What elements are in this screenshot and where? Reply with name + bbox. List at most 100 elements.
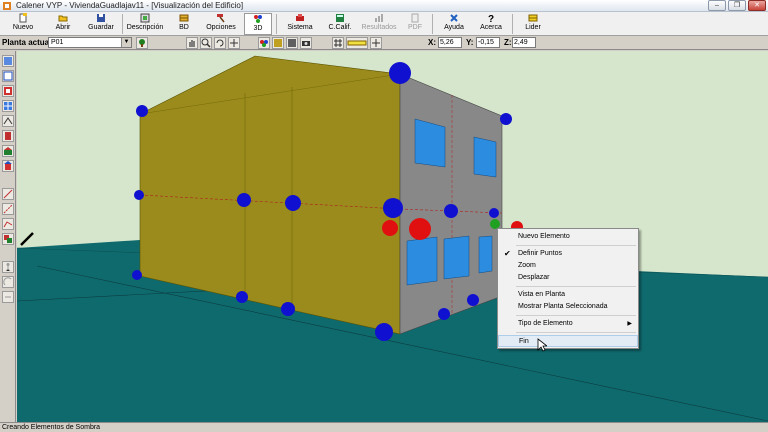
vertex-node[interactable] (389, 62, 411, 84)
toolbar-separator (122, 14, 123, 34)
crosshair-button[interactable] (370, 37, 382, 49)
camera-icon (302, 41, 310, 46)
ccalif-button[interactable]: C.Calif. (326, 13, 354, 35)
edge-icon (3, 204, 13, 214)
abrir-button[interactable]: Abrir (48, 13, 78, 35)
line-tool[interactable] (2, 188, 14, 200)
rotate-icon (216, 39, 224, 47)
rotate-button[interactable] (214, 37, 226, 49)
window-lower-middle[interactable] (443, 235, 470, 280)
polyline-tool[interactable] (2, 218, 14, 230)
measure-button[interactable] (346, 37, 368, 49)
3d-viewport[interactable] (17, 51, 768, 422)
bd-button[interactable]: BD (172, 13, 196, 35)
menu-item-vista-en-planta[interactable]: Vista en Planta (498, 289, 638, 301)
building-3d-scene[interactable] (17, 51, 768, 422)
3d-button[interactable]: 3D (244, 13, 272, 35)
window-upper-left[interactable] (414, 118, 446, 168)
select-icon (4, 57, 12, 65)
wall-icon (3, 71, 13, 81)
planta-label: Planta actual (2, 38, 52, 47)
hammer-icon (217, 14, 225, 23)
wall-tool[interactable] (2, 70, 14, 82)
help-icon (450, 14, 458, 22)
menu-item-tipo-de-elemento[interactable]: Tipo de Elemento ▶ (498, 318, 638, 330)
floor-tool[interactable] (2, 85, 14, 97)
planta-select[interactable]: P01 ▼ (48, 37, 132, 48)
minimize-button[interactable]: – (708, 0, 726, 11)
vertex-node[interactable] (489, 208, 499, 218)
acerca-button[interactable]: ? Acerca (476, 13, 506, 35)
zoom-button[interactable] (200, 37, 212, 49)
vertex-node[interactable] (134, 190, 144, 200)
window-lower-left[interactable] (406, 236, 438, 286)
roof-tool[interactable] (2, 115, 14, 127)
grid-icon (334, 39, 342, 47)
window-tool[interactable] (2, 100, 14, 112)
selected-vertex-node[interactable] (409, 218, 431, 240)
building-icon (4, 161, 12, 170)
person-tool[interactable] (2, 261, 14, 273)
z-coordinate-field[interactable]: 2,49 (512, 37, 536, 48)
menu-item-fin[interactable]: Fin (498, 335, 638, 347)
arc-tool[interactable] (2, 276, 14, 288)
pan-hand-button[interactable] (186, 37, 198, 49)
vertex-node[interactable] (375, 323, 393, 341)
opciones-button[interactable]: Opciones (204, 13, 238, 35)
descripcion-button[interactable]: Descripción (126, 13, 164, 35)
lider-button[interactable]: Lider (520, 13, 546, 35)
resultados-button[interactable]: Resultados (360, 13, 398, 35)
menu-item-nuevo-elemento[interactable]: Nuevo Elemento (498, 231, 638, 243)
vertex-node[interactable] (136, 105, 148, 117)
vertex-node[interactable] (467, 294, 479, 306)
planta-value: P01 (51, 39, 64, 46)
vertex-node[interactable] (500, 113, 512, 125)
menu-item-definir-puntos[interactable]: ✔ Definir Puntos (498, 248, 638, 260)
window-lower-right[interactable] (478, 235, 493, 274)
link-tool[interactable] (2, 291, 14, 303)
window-controls: – ❐ ✕ (708, 0, 766, 12)
checkmark-icon: ✔ (504, 249, 511, 258)
select-tool[interactable] (2, 55, 14, 67)
guardar-button[interactable]: Guardar (84, 13, 118, 35)
shadow-tool[interactable] (2, 233, 14, 245)
menu-item-desplazar[interactable]: Desplazar (498, 272, 638, 284)
color-3d-button[interactable] (258, 37, 270, 49)
shade-button[interactable] (272, 37, 284, 49)
space-tool[interactable] (2, 145, 14, 157)
door-icon (5, 132, 11, 140)
vertex-node[interactable] (237, 193, 251, 207)
vertex-node[interactable] (383, 198, 403, 218)
nuevo-button[interactable]: Nuevo (8, 13, 38, 35)
link-icon (5, 296, 11, 298)
tree-view-button[interactable] (136, 37, 148, 49)
door-tool[interactable] (2, 130, 14, 142)
magnifier-icon (201, 38, 211, 48)
restore-button[interactable]: ❐ (728, 0, 746, 11)
window-upper-right[interactable] (473, 136, 497, 178)
pdf-button[interactable]: PDF (404, 13, 426, 35)
grid-button[interactable] (332, 37, 344, 49)
vertex-node[interactable] (236, 291, 248, 303)
edge-tool[interactable] (2, 203, 14, 215)
render-button[interactable] (286, 37, 298, 49)
close-button[interactable]: ✕ (748, 0, 766, 11)
vertex-node[interactable] (132, 270, 142, 280)
x-coordinate-field[interactable]: 5,26 (438, 37, 462, 48)
vertex-node[interactable] (285, 195, 301, 211)
sistema-button[interactable]: Sistema (284, 13, 316, 35)
menu-item-zoom[interactable]: Zoom (498, 260, 638, 272)
vertex-node[interactable] (281, 302, 295, 316)
vertex-node[interactable] (444, 204, 458, 218)
chevron-down-icon[interactable]: ▼ (121, 38, 131, 47)
selected-vertex-node[interactable] (382, 220, 398, 236)
camera-button[interactable] (300, 37, 312, 49)
building-tool[interactable] (2, 160, 14, 172)
ayuda-button[interactable]: Ayuda (440, 13, 468, 35)
y-coordinate-field[interactable]: -0,15 (476, 37, 500, 48)
menu-item-mostrar-planta-seleccionada[interactable]: Mostrar Planta Seleccionada (498, 301, 638, 313)
orbit-button[interactable] (228, 37, 240, 49)
vertex-node[interactable] (438, 308, 450, 320)
hand-icon (189, 40, 195, 47)
toolbar-separator (276, 14, 277, 34)
